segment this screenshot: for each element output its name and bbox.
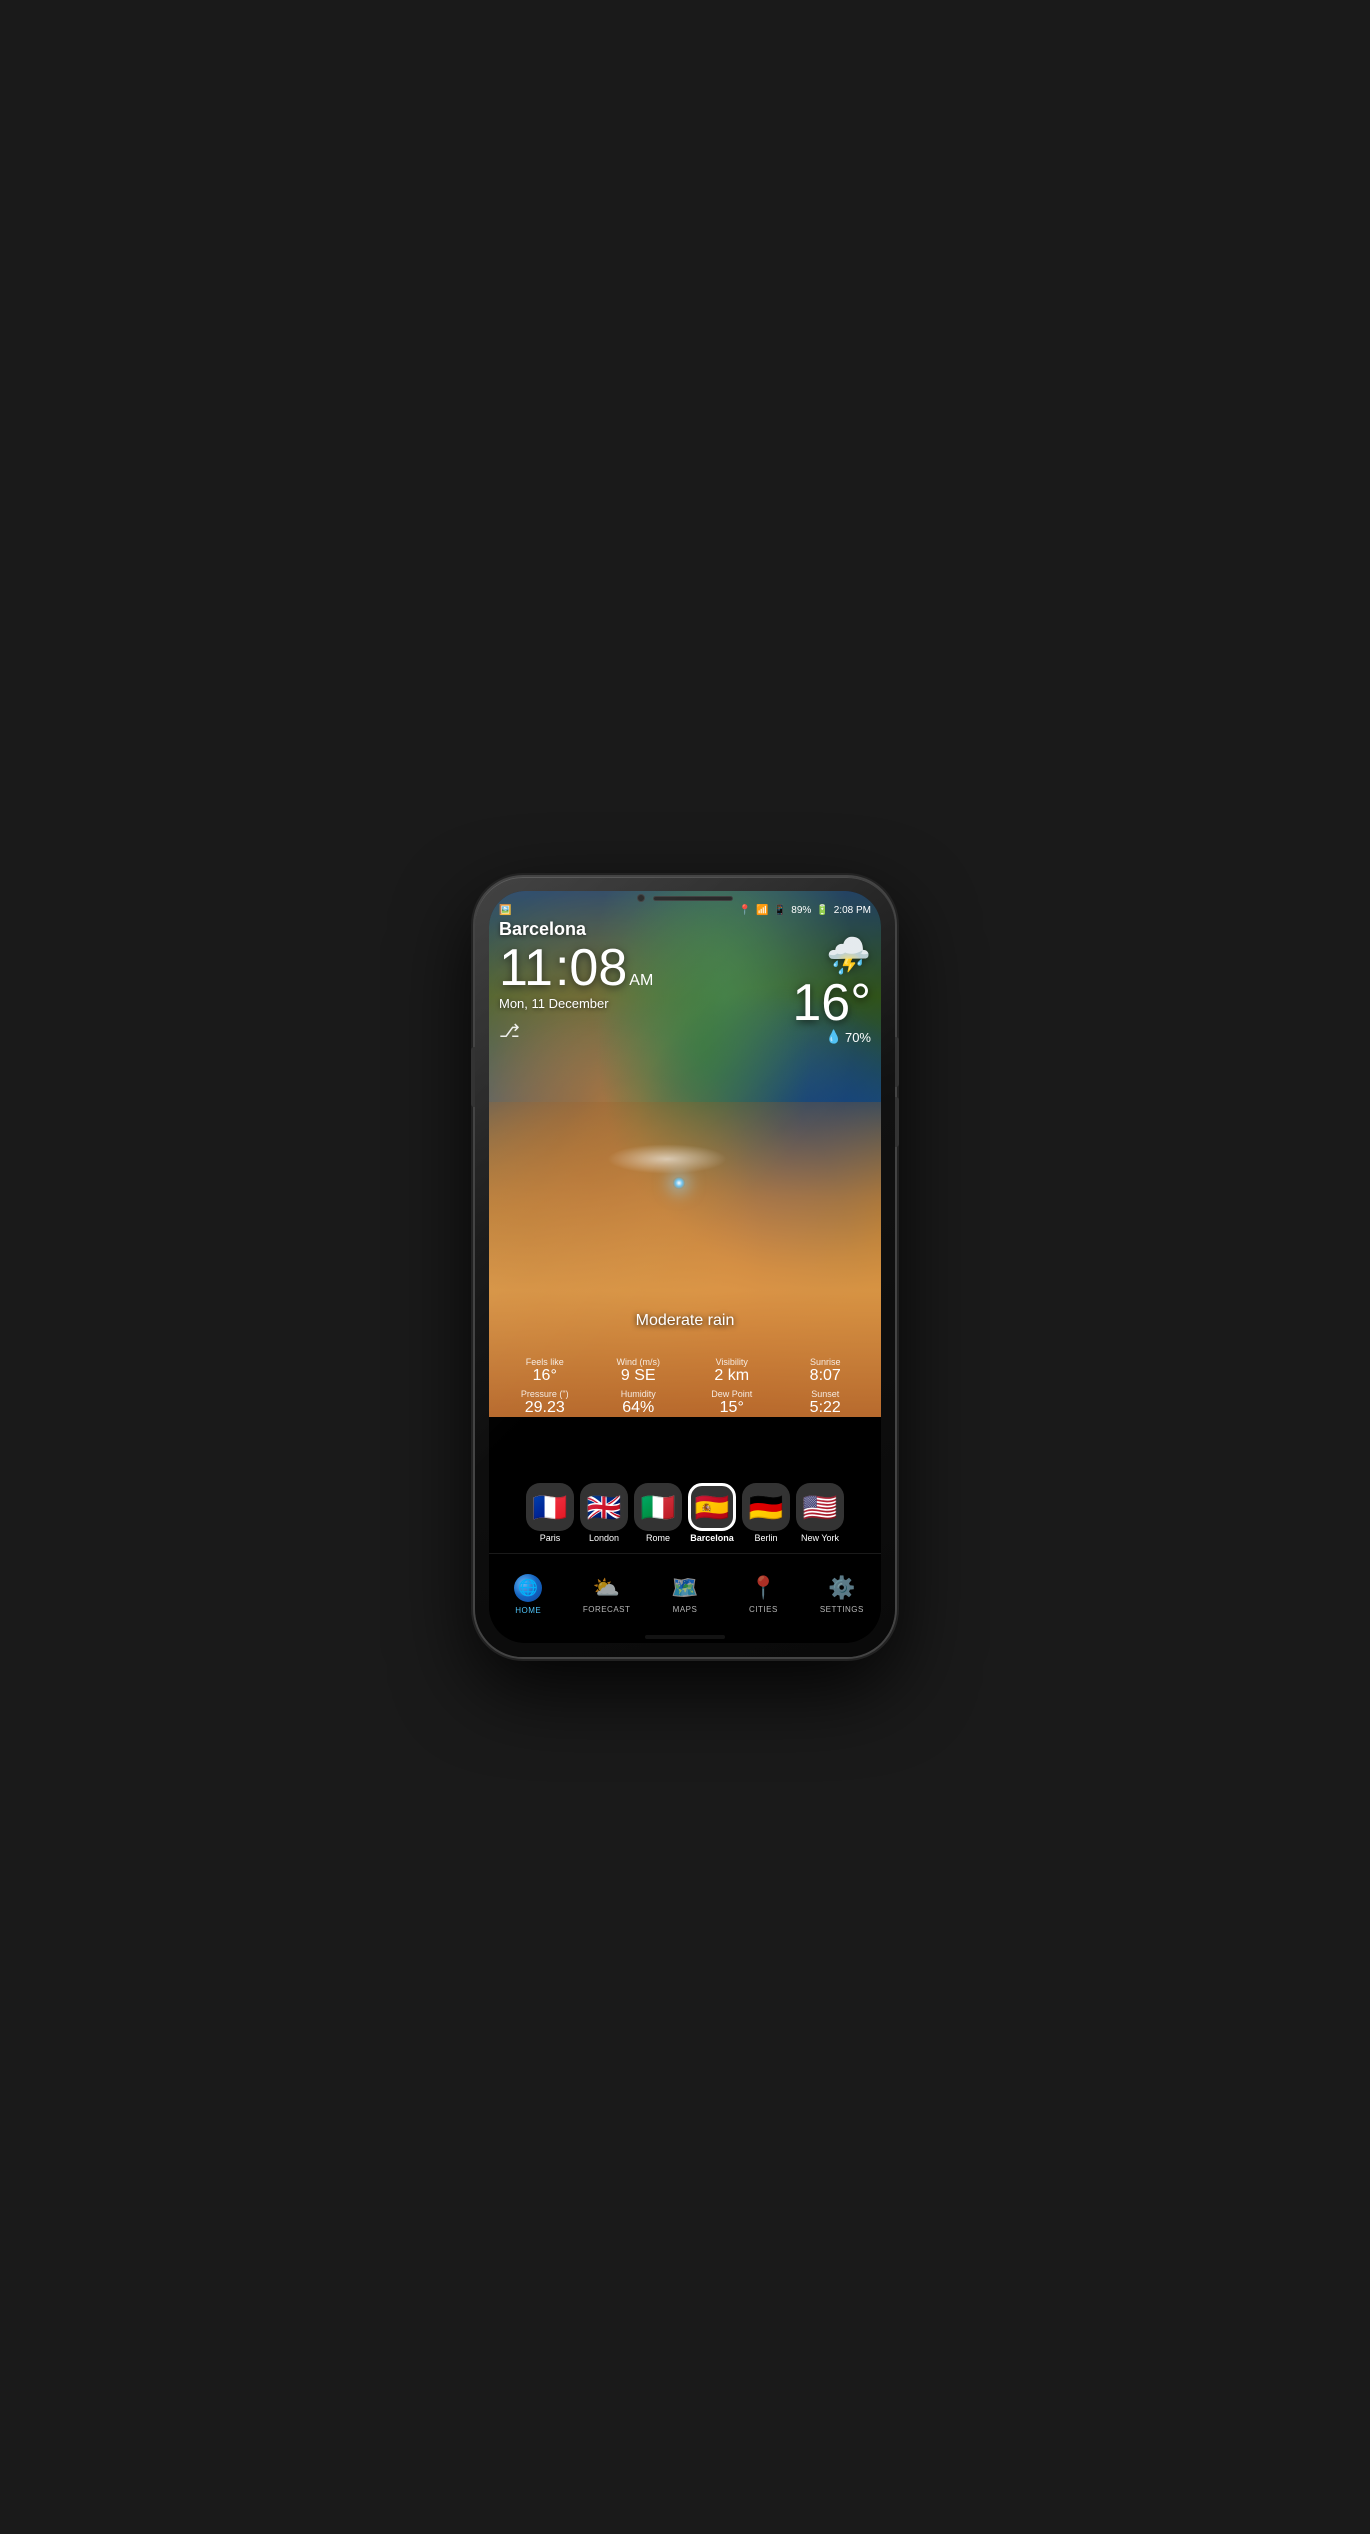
humidity-value: 70% [845, 1030, 871, 1045]
status-right: 📍 📶 📱 89% 🔋 2:08 PM [739, 905, 871, 916]
sunrise-label: Sunrise [780, 1357, 872, 1367]
signal-status-icon: 📱 [774, 905, 786, 916]
flag-paris: 🇫🇷 [526, 1483, 574, 1531]
wind-cell: Wind (m/s) 9 SE [593, 1357, 685, 1385]
time-ampm: AM [629, 972, 653, 990]
nav-icon-home: 🌐 [514, 1574, 542, 1602]
city-label-paris: Paris [540, 1533, 561, 1543]
city-label-london: London [589, 1533, 619, 1543]
nav-item-settings[interactable]: ⚙️ SETTINGS [803, 1575, 881, 1614]
visibility-label: Visibility [686, 1357, 778, 1367]
droplet-icon: 💧 [826, 1029, 842, 1045]
nav-item-maps[interactable]: 🗺️ MAPS [646, 1575, 724, 1614]
image-icon: 🖼️ [499, 905, 511, 916]
nav-item-forecast[interactable]: ⛅ FORECAST [567, 1575, 645, 1614]
volume-down-button[interactable] [895, 1097, 899, 1147]
status-time: 2:08 PM [834, 905, 871, 916]
time-minutes: :08 [555, 942, 627, 994]
wind-value: 9 SE [593, 1367, 685, 1385]
city-label-rome: Rome [646, 1533, 670, 1543]
sunset-value: 5:22 [780, 1399, 872, 1417]
nav-icon-maps: 🗺️ [671, 1575, 698, 1601]
sunset-label: Sunset [780, 1389, 872, 1399]
location-marker [673, 1177, 685, 1189]
dew-point-label: Dew Point [686, 1389, 778, 1399]
front-camera [637, 894, 645, 902]
status-bar: 🖼️ 📍 📶 📱 89% 🔋 2:08 PM [499, 905, 871, 916]
pressure-cell: Pressure (") 29.23 [499, 1389, 591, 1417]
wifi-status-icon: 📶 [756, 905, 768, 916]
battery-percentage: 89% [791, 905, 811, 916]
status-left: 🖼️ [499, 905, 511, 916]
snow-highlight [607, 1144, 727, 1174]
flag-berlin: 🇩🇪 [742, 1483, 790, 1531]
details-grid: Feels like 16° Wind (m/s) 9 SE Visibilit… [499, 1357, 871, 1417]
pressure-label: Pressure (") [499, 1389, 591, 1399]
nav-icon-cities: 📍 [750, 1575, 777, 1601]
bottom-navigation: 🌐 HOME ⛅ FORECAST 🗺️ MAPS 📍 CITIES ⚙️ SETTINGS [489, 1553, 881, 1643]
sunrise-value: 8:07 [780, 1367, 872, 1385]
city-item-berlin[interactable]: 🇩🇪 Berlin [742, 1483, 790, 1543]
dew-point-value: 15° [686, 1399, 778, 1417]
feels-like-cell: Feels like 16° [499, 1357, 591, 1385]
feels-like-value: 16° [499, 1367, 591, 1385]
nav-label-home: HOME [515, 1606, 541, 1615]
city-item-new-york[interactable]: 🇺🇸 New York [796, 1483, 844, 1543]
weather-condition: Moderate rain [489, 1312, 881, 1330]
volume-up-button[interactable] [895, 1037, 899, 1087]
humidity-cell: Humidity 64% [593, 1389, 685, 1417]
top-hardware-bar [489, 891, 881, 905]
weather-right-panel: ⛈️ 16° 💧 70% [792, 935, 871, 1045]
city-item-barcelona[interactable]: 🇪🇸 Barcelona [688, 1483, 736, 1543]
city-item-rome[interactable]: 🇮🇹 Rome [634, 1483, 682, 1543]
visibility-cell: Visibility 2 km [686, 1357, 778, 1385]
nav-item-home[interactable]: 🌐 HOME [489, 1574, 567, 1615]
nav-item-cities[interactable]: 📍 CITIES [724, 1575, 802, 1614]
phone-device: 🖼️ 📍 📶 📱 89% 🔋 2:08 PM Barcelona 11 :08 … [475, 877, 895, 1657]
location-status-icon: 📍 [739, 905, 751, 916]
speaker [653, 896, 733, 901]
feels-like-label: Feels like [499, 1357, 591, 1367]
city-label-barcelona: Barcelona [690, 1533, 734, 1543]
temperature-display: 16° [792, 977, 871, 1029]
flag-barcelona: 🇪🇸 [688, 1483, 736, 1531]
battery-icon: 🔋 [816, 905, 828, 916]
power-button[interactable] [471, 1047, 475, 1107]
nav-icon-forecast: ⛅ [593, 1575, 620, 1601]
flag-rome: 🇮🇹 [634, 1483, 682, 1531]
humidity-label: Humidity [593, 1389, 685, 1399]
nav-label-forecast: FORECAST [583, 1605, 631, 1614]
phone-screen: 🖼️ 📍 📶 📱 89% 🔋 2:08 PM Barcelona 11 :08 … [489, 891, 881, 1643]
wind-label: Wind (m/s) [593, 1357, 685, 1367]
nav-icon-settings: ⚙️ [828, 1575, 855, 1601]
sunrise-cell: Sunrise 8:07 [780, 1357, 872, 1385]
nav-label-cities: CITIES [749, 1605, 778, 1614]
dew-point-cell: Dew Point 15° [686, 1389, 778, 1417]
flag-london: 🇬🇧 [580, 1483, 628, 1531]
nav-label-settings: SETTINGS [820, 1605, 864, 1614]
visibility-value: 2 km [686, 1367, 778, 1385]
flag-new-york: 🇺🇸 [796, 1483, 844, 1531]
city-item-london[interactable]: 🇬🇧 London [580, 1483, 628, 1543]
cities-flags-row: 🇫🇷 Paris 🇬🇧 London 🇮🇹 Rome 🇪🇸 Barcelona 🇩🇪 Berlin… [489, 1483, 881, 1543]
weather-details-grid: Feels like 16° Wind (m/s) 9 SE Visibilit… [489, 1357, 881, 1417]
sunset-cell: Sunset 5:22 [780, 1389, 872, 1417]
city-label-new-york: New York [801, 1533, 839, 1543]
weather-cloud-icon: ⛈️ [792, 935, 871, 977]
nav-label-maps: MAPS [673, 1605, 698, 1614]
pressure-value: 29.23 [499, 1399, 591, 1417]
city-label-berlin: Berlin [754, 1533, 777, 1543]
humidity-val: 64% [593, 1399, 685, 1417]
time-hours: 11 [499, 942, 553, 994]
city-item-paris[interactable]: 🇫🇷 Paris [526, 1483, 574, 1543]
